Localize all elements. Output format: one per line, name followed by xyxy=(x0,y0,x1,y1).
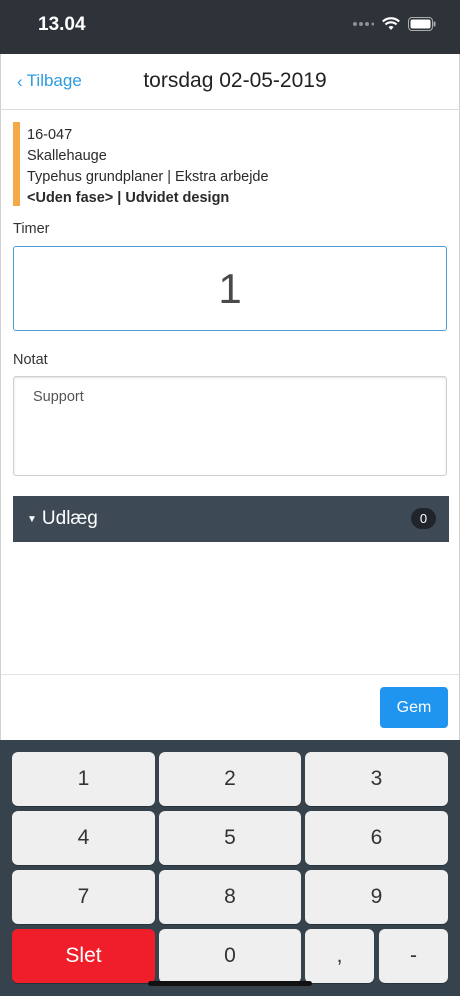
note-textarea[interactable]: Support xyxy=(13,376,447,476)
caret-down-icon: ▼ xyxy=(27,513,37,525)
nav-bar: ‹ Tilbage torsdag 02-05-2019 xyxy=(0,54,460,110)
expenses-count-badge: 0 xyxy=(411,508,436,529)
status-icons xyxy=(352,17,436,31)
task-phase: <Uden fase> | Udvidet design xyxy=(27,190,230,206)
task-card: 16-047 Skallehauge Typehus grundplaner |… xyxy=(13,122,449,206)
numeric-keypad: 1 2 3 4 5 6 7 8 9 Slet 0 , - xyxy=(0,740,460,996)
hours-label: Timer xyxy=(13,221,50,237)
key-9[interactable]: 9 xyxy=(305,870,448,924)
key-1[interactable]: 1 xyxy=(12,752,155,806)
task-project: Typehus grundplaner | Ekstra arbejde xyxy=(27,169,269,185)
key-2[interactable]: 2 xyxy=(159,752,301,806)
note-label: Notat xyxy=(13,352,48,368)
registration-form: 16-047 Skallehauge Typehus grundplaner |… xyxy=(0,110,460,740)
battery-icon xyxy=(408,17,436,31)
hours-input[interactable]: 1 xyxy=(13,246,447,331)
key-7[interactable]: 7 xyxy=(12,870,155,924)
key-comma[interactable]: , xyxy=(305,929,374,983)
key-8[interactable]: 8 xyxy=(159,870,301,924)
key-minus[interactable]: - xyxy=(379,929,448,983)
task-number: 16-047 xyxy=(27,127,73,143)
key-4[interactable]: 4 xyxy=(12,811,155,865)
key-6[interactable]: 6 xyxy=(305,811,448,865)
task-accent-bar xyxy=(13,122,20,206)
wifi-icon xyxy=(382,17,400,30)
note-text: Support xyxy=(33,389,84,405)
status-time: 13.04 xyxy=(38,14,86,35)
key-5[interactable]: 5 xyxy=(159,811,301,865)
delete-key[interactable]: Slet xyxy=(12,929,155,983)
key-3[interactable]: 3 xyxy=(305,752,448,806)
status-bar: 13.04 xyxy=(0,0,460,54)
expenses-label: Udlæg xyxy=(41,508,98,529)
page-title: torsdag 02-05-2019 xyxy=(143,69,327,92)
expenses-toggle[interactable]: ▼ Udlæg 0 xyxy=(13,496,449,542)
save-button[interactable]: Gem xyxy=(380,687,448,728)
home-indicator xyxy=(148,981,312,986)
task-details: 16-047 Skallehauge Typehus grundplaner |… xyxy=(27,125,269,209)
signal-dots-icon xyxy=(353,22,374,26)
key-0[interactable]: 0 xyxy=(159,929,301,983)
divider xyxy=(1,674,459,675)
task-customer: Skallehauge xyxy=(27,148,107,164)
